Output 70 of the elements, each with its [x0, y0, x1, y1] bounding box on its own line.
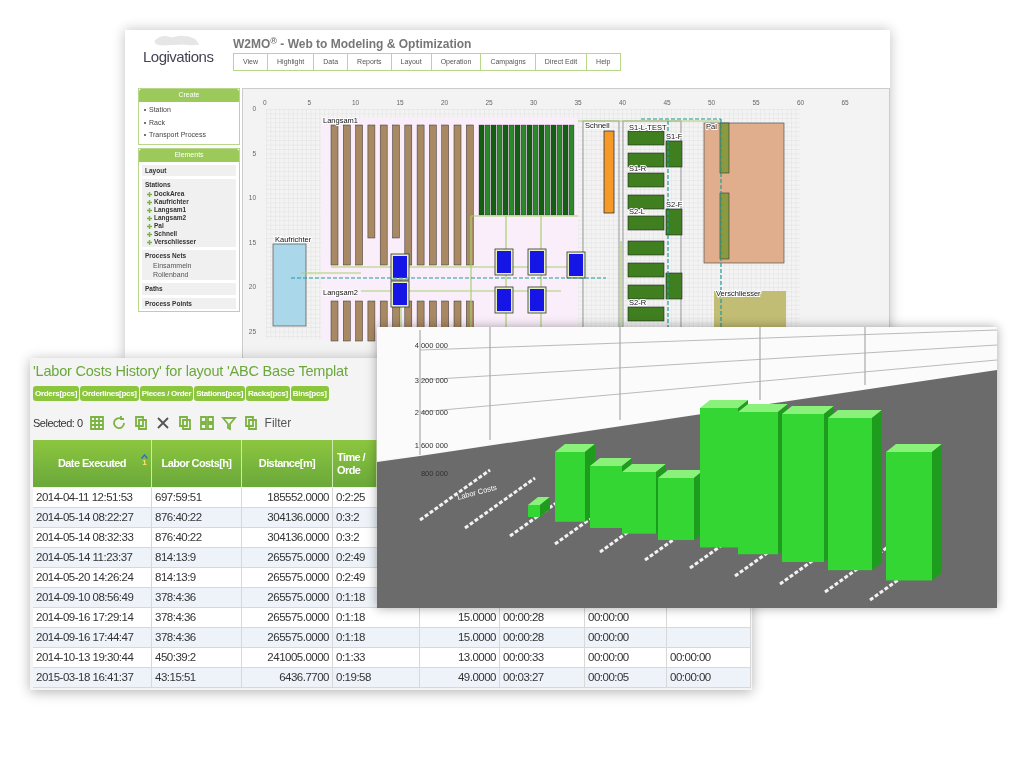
table-cell: 0:1:33	[333, 648, 420, 667]
table-cell: 241005.0000	[242, 648, 333, 667]
report-title: 'Labor Costs History' for layout 'ABC Base Templat	[33, 362, 348, 381]
plus-icon	[147, 223, 152, 229]
table-cell: 304136.0000	[242, 508, 333, 527]
copy-icon[interactable]	[242, 415, 259, 431]
header-label: Time / Orde	[337, 450, 367, 477]
table-cell: 2015-03-18 16:41:37	[33, 668, 152, 687]
plus-icon	[147, 215, 152, 221]
table-cell: 2014-05-14 11:23:37	[33, 548, 152, 567]
table-cell: 0:1:18	[333, 628, 420, 647]
table-cell: 00:00:05	[585, 668, 667, 687]
table-cell: 2014-09-16 17:29:14	[33, 608, 152, 627]
app-title: W2MO$^{®}$ - Web to Modeling & Optimization	[233, 35, 472, 53]
table-cell: 185552.0000	[242, 488, 333, 507]
copy-icon[interactable]	[176, 415, 193, 431]
copy-icon[interactable]	[132, 415, 149, 431]
table-cell: 2014-09-10 08:56:49	[33, 588, 152, 607]
table-cell: 265575.0000	[242, 548, 333, 567]
table-cell: 2014-05-20 14:26:24	[33, 568, 152, 587]
header-label: Labor Costs[h]	[161, 456, 232, 472]
table-cell: 876:40:22	[152, 508, 242, 527]
plus-icon	[147, 239, 152, 245]
table-cell: 00:00:00	[585, 628, 667, 647]
table-cell: 00:00:00	[585, 648, 667, 667]
table-cell: 2014-09-16 17:44:47	[33, 628, 152, 647]
table-cell: 00:03:27	[500, 668, 585, 687]
table-cell: 2014-05-14 08:32:33	[33, 528, 152, 547]
table-cell: 876:40:22	[152, 528, 242, 547]
table-cell: 49.0000	[420, 668, 500, 687]
plus-icon	[147, 199, 152, 205]
table-cell: 697:59:51	[152, 488, 242, 507]
header-label: Distance[m]	[258, 456, 316, 472]
sort-index: 1	[142, 459, 147, 467]
table-cell: 304136.0000	[242, 528, 333, 547]
table-cell: 814:13:9	[152, 568, 242, 587]
header-label: Date Executed	[58, 456, 126, 472]
plus-icon	[147, 191, 152, 197]
close-icon[interactable]	[154, 415, 171, 431]
table-cell: 00:00:00	[667, 648, 751, 667]
table-cell: 265575.0000	[242, 588, 333, 607]
bar	[528, 497, 550, 517]
selected-count: Selected: 0	[33, 415, 83, 431]
plus-icon	[147, 207, 152, 213]
filter-label[interactable]: Filter	[264, 414, 292, 432]
table-cell: 2014-04-11 12:51:53	[33, 488, 152, 507]
table-cell: 2014-05-14 08:22:27	[33, 508, 152, 527]
table-cell: 00:00:33	[500, 648, 585, 667]
table-cell: 265575.0000	[242, 568, 333, 587]
table-cell: 43:15:51	[152, 668, 242, 687]
group-icon[interactable]	[198, 415, 215, 431]
table-cell: 0:19:58	[333, 668, 420, 687]
table-cell: 378:4:36	[152, 628, 242, 647]
table-cell: 378:4:36	[152, 588, 242, 607]
table-cell: 00:00:00	[667, 668, 751, 687]
table-cell: 00:00:28	[500, 628, 585, 647]
grid-icon[interactable]	[88, 415, 105, 431]
plus-icon	[147, 231, 152, 237]
table-cell: 265575.0000	[242, 608, 333, 627]
logo-text: Logivations	[143, 47, 214, 67]
table-cell: 450:39:2	[152, 648, 242, 667]
table-cell: 2014-10-13 19:30:44	[33, 648, 152, 667]
table-cell: 265575.0000	[242, 628, 333, 647]
table-cell: 13.0000	[420, 648, 500, 667]
table-cell: 378:4:36	[152, 608, 242, 627]
refresh-icon[interactable]	[110, 415, 127, 431]
table-cell: 814:13:9	[152, 548, 242, 567]
filter-icon[interactable]	[220, 415, 237, 431]
table-cell: 15.0000	[420, 628, 500, 647]
table-cell: 6436.7700	[242, 668, 333, 687]
